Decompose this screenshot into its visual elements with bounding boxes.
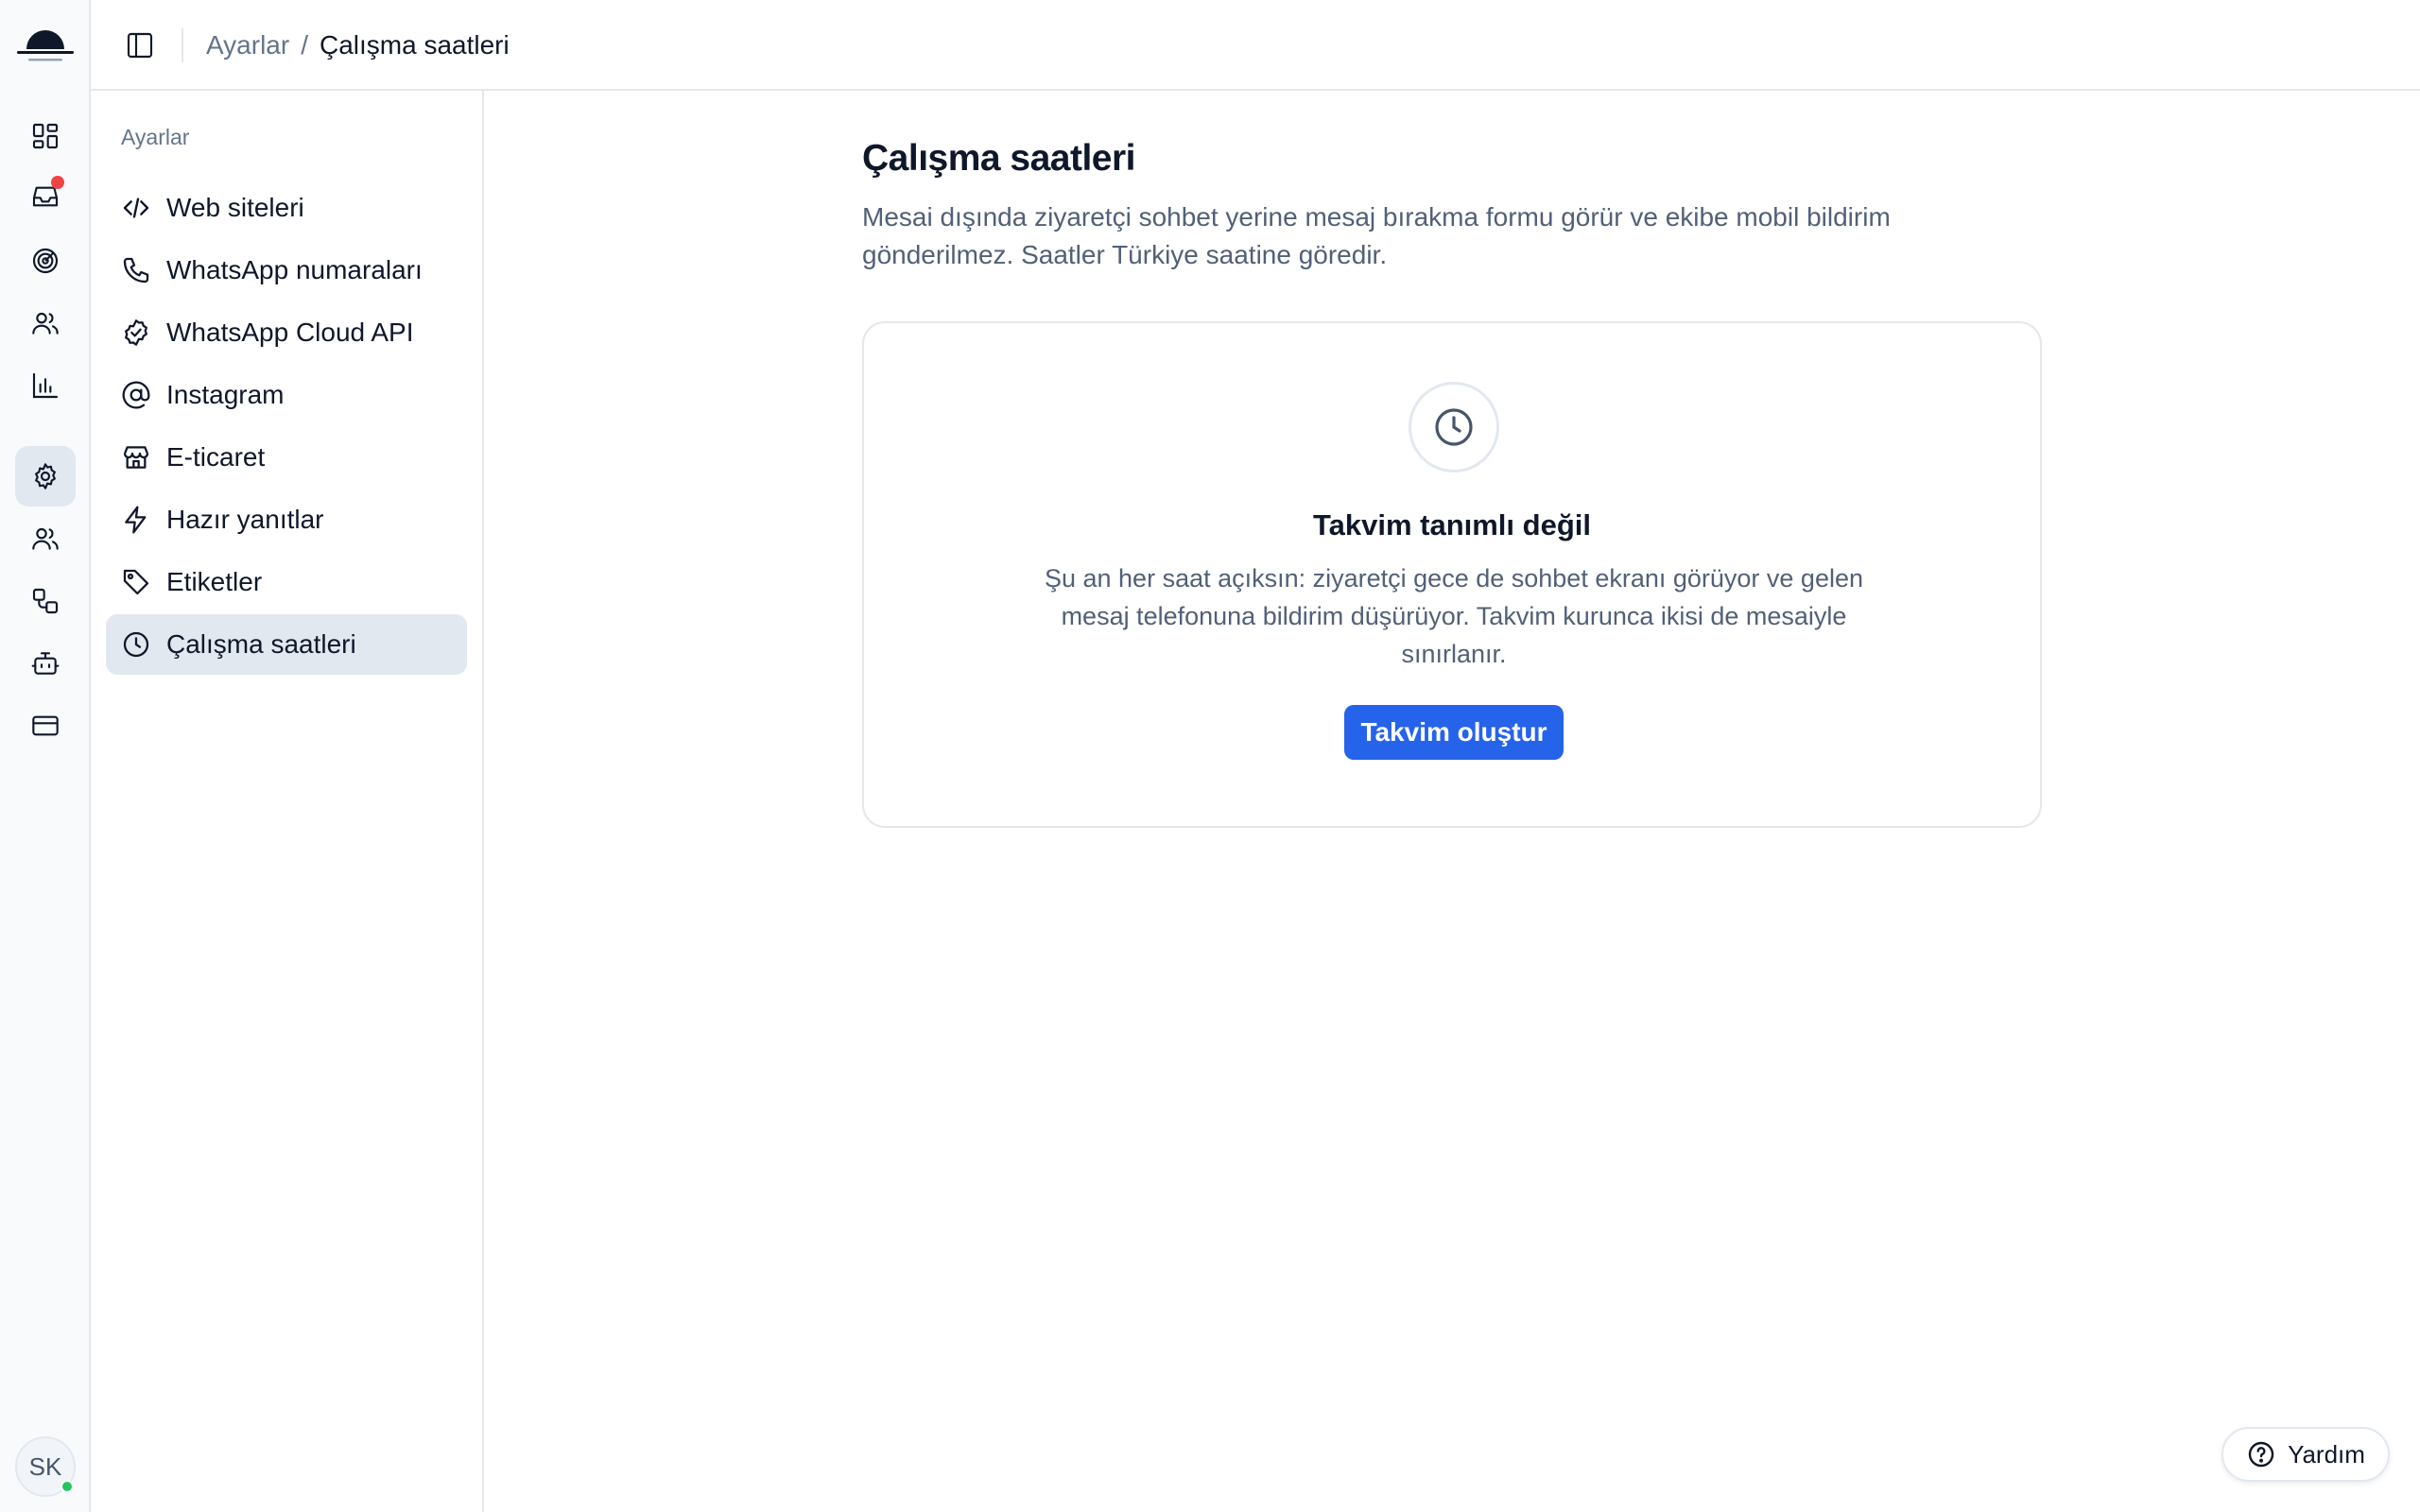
online-status-dot (60, 1480, 74, 1493)
rail-contacts-button[interactable] (15, 293, 76, 353)
workflow-icon (32, 588, 59, 614)
app-root: SK Ayarlar / Çalışma saatleri Ayarlar We… (0, 0, 2420, 1512)
settings-heading: Ayarlar (121, 125, 190, 149)
breadcrumb-separator: / (301, 30, 308, 60)
rail-inbox-button[interactable] (15, 166, 76, 227)
rail-dashboard-button[interactable] (15, 106, 76, 166)
top-bar: Ayarlar / Çalışma saatleri (91, 0, 2420, 91)
settings-item-working-hours[interactable]: Çalışma saatleri (106, 614, 467, 675)
rail-settings-button[interactable] (15, 446, 76, 507)
empty-state-icon-circle (1409, 382, 1499, 472)
analytics-icon (32, 372, 59, 399)
create-schedule-button[interactable]: Takvim oluştur (1344, 705, 1564, 760)
settings-item-label: Web siteleri (166, 193, 304, 222)
sidebar-toggle-button[interactable] (121, 26, 159, 64)
user-avatar[interactable]: SK (15, 1436, 76, 1497)
tag-icon (123, 569, 149, 595)
page-description: Mesai dışında ziyaretçi sohbet yerine me… (862, 202, 1891, 269)
clock-icon (123, 631, 149, 658)
settings-item-websites[interactable]: Web siteleri (106, 178, 467, 238)
settings-item-label: Etiketler (166, 567, 263, 596)
team-icon (32, 527, 59, 550)
gear-icon (35, 463, 56, 490)
breadcrumb: Ayarlar / Çalışma saatleri (206, 0, 510, 91)
phone-icon (123, 257, 149, 284)
settings-item-label: Çalışma saatleri (166, 629, 356, 659)
settings-item-tags[interactable]: Etiketler (106, 552, 467, 612)
breadcrumb-settings-link[interactable]: Ayarlar (206, 30, 289, 60)
settings-sidebar: Ayarlar Web siteleri WhatsApp numaraları… (91, 91, 484, 1512)
lightning-icon (125, 506, 147, 534)
settings-item-quick-replies[interactable]: Hazır yanıtlar (106, 490, 467, 550)
code-icon (123, 198, 149, 218)
settings-item-whatsapp-cloud-api[interactable]: WhatsApp Cloud API (106, 302, 467, 363)
help-button[interactable]: Yardım (2221, 1427, 2390, 1482)
rail-team-button[interactable] (15, 508, 76, 569)
rail-workflow-button[interactable] (15, 571, 76, 631)
topbar-divider (182, 28, 183, 62)
logo-icon[interactable] (15, 19, 76, 72)
rail-target-button[interactable] (15, 231, 76, 291)
settings-item-whatsapp-numbers[interactable]: WhatsApp numaraları (106, 240, 467, 301)
empty-state-card: Takvim tanımlı değil Şu an her saat açık… (862, 321, 2042, 828)
page-title: Çalışma saatleri (862, 138, 1136, 179)
contacts-icon (32, 312, 59, 335)
sidebar-panel-icon (127, 32, 153, 59)
settings-item-label: WhatsApp Cloud API (166, 318, 414, 347)
clock-icon (1435, 408, 1473, 446)
check-badge-icon (125, 319, 147, 346)
settings-item-ecommerce[interactable]: E-ticaret (106, 427, 467, 488)
help-circle-icon (2248, 1441, 2274, 1468)
at-sign-icon (122, 381, 150, 409)
store-icon (123, 446, 149, 469)
avatar-initials: SK (28, 1452, 62, 1481)
empty-state-description: Şu an her saat açıksın: ziyaretçi gece d… (1044, 564, 1863, 668)
rail-billing-button[interactable] (15, 696, 76, 756)
settings-item-label: WhatsApp numaraları (166, 255, 423, 284)
settings-item-label: Hazır yanıtlar (166, 505, 324, 534)
breadcrumb-current: Çalışma saatleri (319, 30, 510, 60)
billing-icon (32, 715, 59, 736)
empty-state-title: Takvim tanımlı değil (1312, 508, 1591, 541)
settings-item-label: Instagram (166, 380, 285, 409)
settings-item-label: E-ticaret (166, 442, 266, 472)
rail-bot-button[interactable] (15, 633, 76, 694)
dashboard-icon (32, 123, 59, 149)
bot-icon (31, 652, 60, 675)
target-icon (32, 248, 59, 274)
icon-rail: SK (0, 0, 91, 1512)
main-content: Çalışma saatleri Mesai dışında ziyaretçi… (484, 91, 2420, 1512)
notification-dot (51, 176, 64, 189)
help-label: Yardım (2288, 1439, 2365, 1469)
rail-analytics-button[interactable] (15, 355, 76, 416)
settings-item-instagram[interactable]: Instagram (106, 365, 467, 425)
